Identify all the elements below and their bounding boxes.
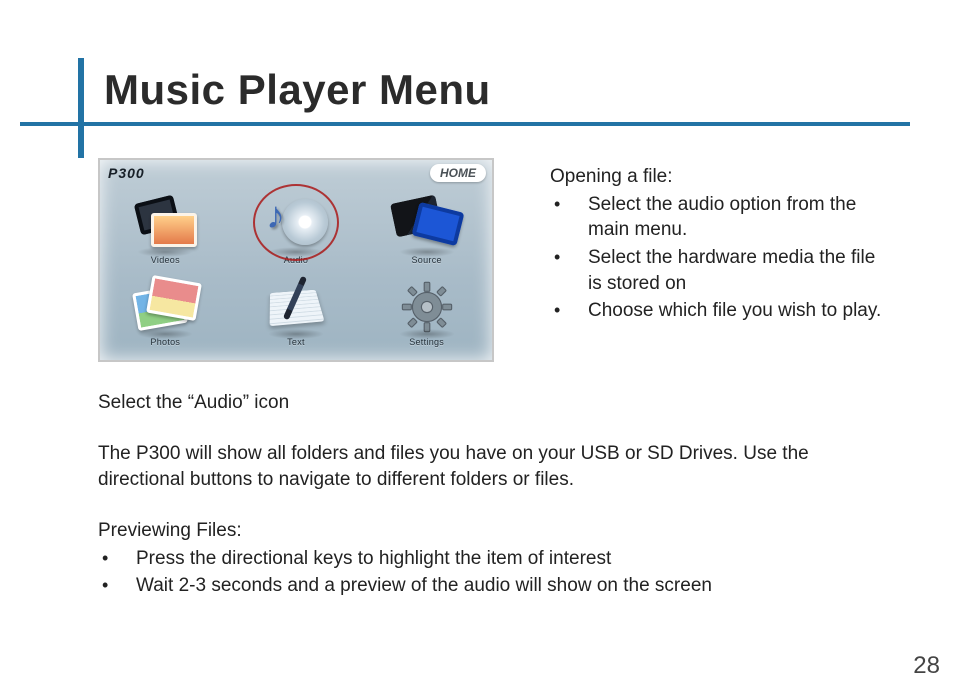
lower-block: Select the “Audio” icon The P300 will sh… [98, 390, 878, 599]
opening-item: Choose which file you wish to play. [550, 298, 894, 324]
audio-icon [262, 193, 330, 253]
opening-item: Select the hardware me­dia the file is s… [550, 245, 894, 296]
tile-source: Source [393, 193, 461, 265]
device-brand: P300 [108, 165, 145, 181]
opening-heading: Opening a file: [550, 164, 894, 190]
page-number: 28 [913, 652, 940, 680]
text-icon [262, 275, 330, 335]
tile-text: Text [262, 275, 330, 347]
opening-item: Select the audio option from the main me… [550, 192, 894, 243]
preview-item: Press the directional keys to highlight … [98, 546, 878, 572]
select-line: Select the “Audio” icon [98, 390, 878, 416]
device-screenshot: P300 HOME Videos Audio Source [98, 158, 494, 362]
settings-icon [393, 275, 461, 335]
vertical-rule [78, 58, 84, 158]
tile-photos: Photos [131, 275, 199, 347]
device-menu-grid: Videos Audio Source Photos Text [100, 188, 492, 352]
preview-heading: Previewing Files: [98, 518, 878, 544]
tile-settings: Settings [393, 275, 461, 347]
tile-audio: Audio [262, 193, 330, 265]
page-title: Music Player Menu [104, 66, 491, 114]
preview-item: Wait 2-3 seconds and a preview of the au… [98, 573, 878, 599]
opening-block: Opening a file: Select the audio option … [550, 158, 894, 326]
home-pill: HOME [430, 164, 486, 182]
videos-icon [131, 193, 199, 253]
content: P300 HOME Videos Audio Source [98, 158, 894, 601]
opening-list: Select the audio option from the main me… [550, 192, 894, 324]
horizontal-rule [20, 122, 910, 126]
source-icon [393, 193, 461, 253]
photos-icon [131, 275, 199, 335]
body-paragraph: The P300 will show all folders and files… [98, 441, 878, 492]
tile-videos: Videos [131, 193, 199, 265]
preview-list: Press the directional keys to highlight … [98, 546, 878, 599]
